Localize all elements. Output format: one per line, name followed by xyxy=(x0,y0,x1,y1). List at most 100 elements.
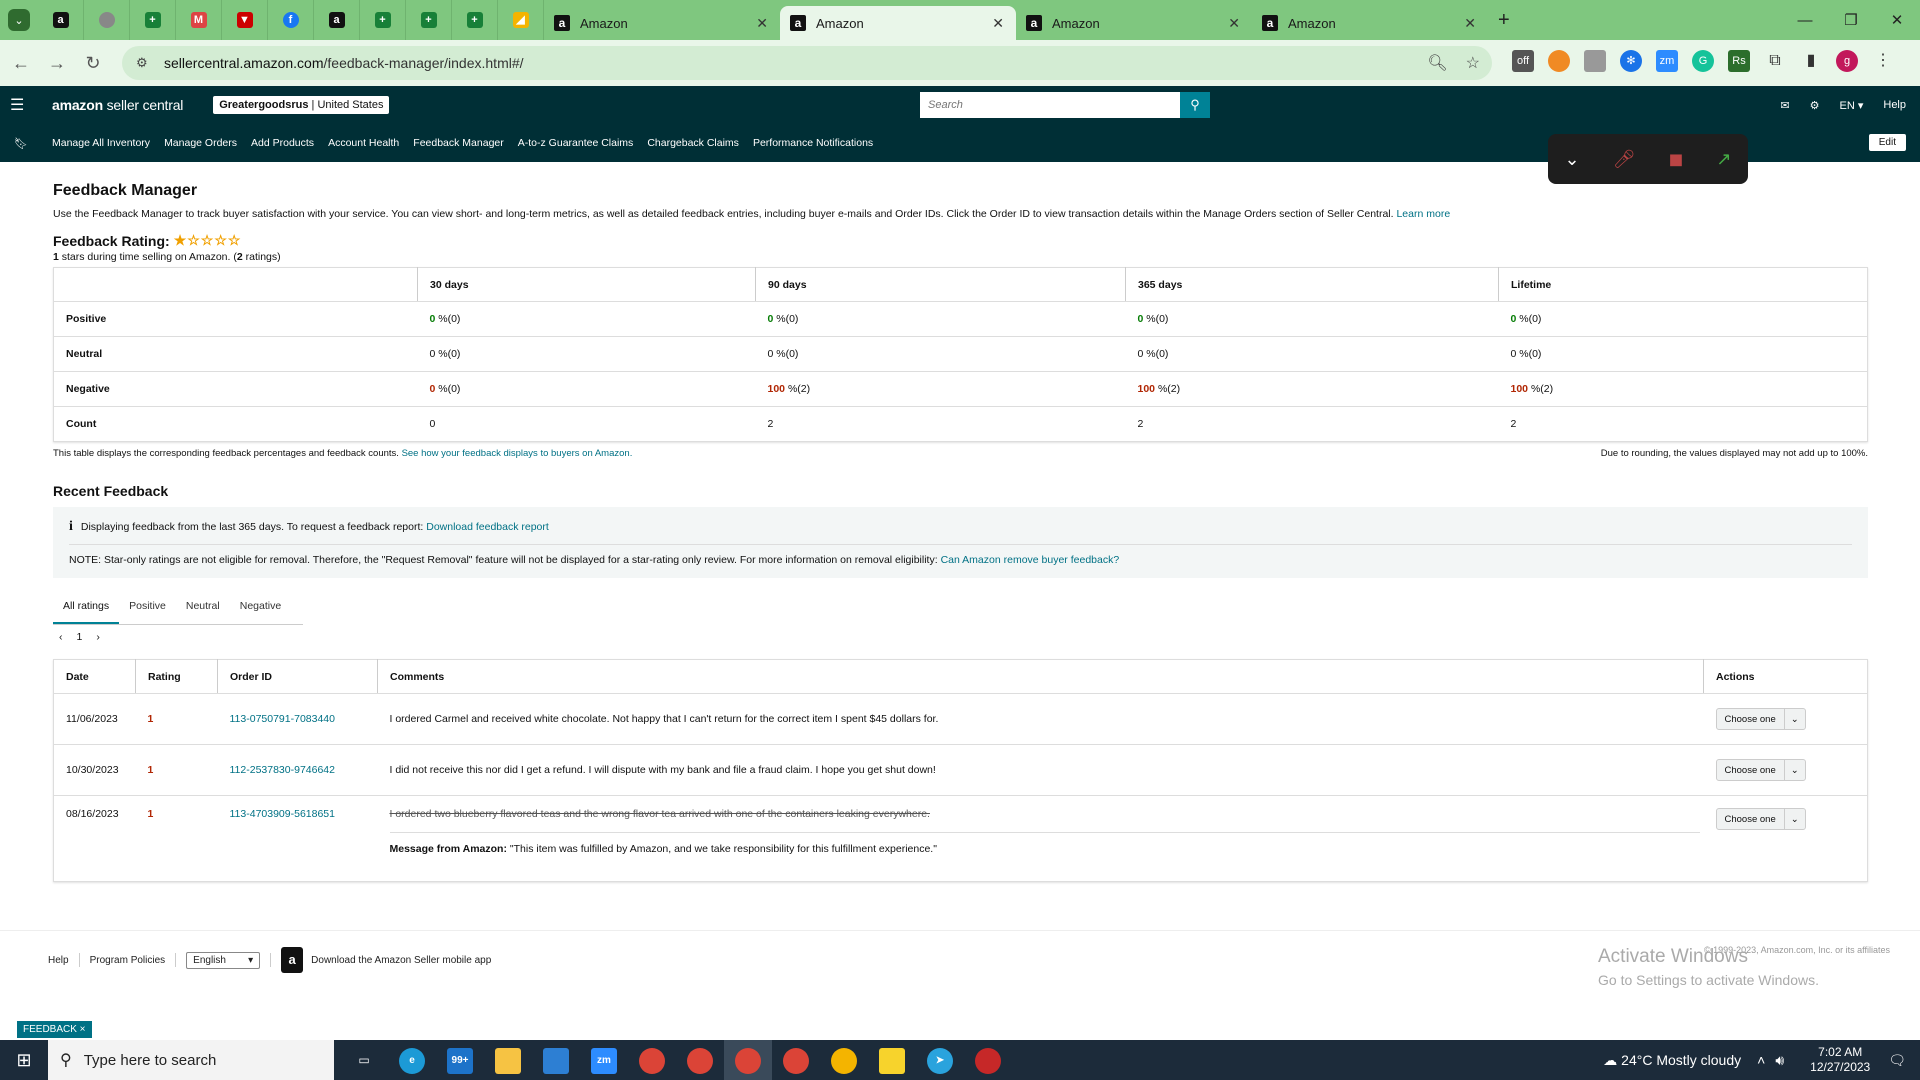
chrome-icon[interactable] xyxy=(820,1040,868,1080)
hamburger-menu-icon[interactable]: ☰ xyxy=(10,95,28,115)
removal-eligibility-link[interactable]: Can Amazon remove buyer feedback? xyxy=(941,554,1120,566)
taskbar-search[interactable]: ⚲ Type here to search xyxy=(48,1040,334,1080)
grammarly-icon[interactable]: G xyxy=(1692,50,1714,72)
pinned-tab[interactable]: + xyxy=(130,0,176,40)
address-bar[interactable]: ⚙ sellercentral.amazon.com/feedback-mana… xyxy=(122,46,1492,80)
nav-performance-notifications[interactable]: Performance Notifications xyxy=(753,137,873,149)
bookmark-icon[interactable]: 🔖︎ xyxy=(14,137,28,150)
clock[interactable]: 7:02 AM 12/27/2023 xyxy=(1810,1045,1870,1075)
order-id-link[interactable]: 113-4703909-5618651 xyxy=(230,808,336,820)
zoom-app-icon[interactable]: zm xyxy=(580,1040,628,1080)
pinned-tab[interactable]: f xyxy=(268,0,314,40)
seller-central-logo[interactable]: amazon seller central xyxy=(52,97,183,113)
sidepanel-icon[interactable]: ▮ xyxy=(1800,50,1822,72)
extension-tool-icon[interactable] xyxy=(1584,50,1606,72)
search-button[interactable]: ⚲ xyxy=(1180,92,1210,118)
chrome-icon[interactable] xyxy=(628,1040,676,1080)
display-feedback-link[interactable]: See how your feedback displays to buyers… xyxy=(402,448,633,459)
tab-positive[interactable]: Positive xyxy=(119,600,176,624)
settings-gear-icon[interactable]: ⚙ xyxy=(1810,99,1820,112)
pinned-tab[interactable]: a xyxy=(38,0,84,40)
telegram-icon[interactable]: ➤ xyxy=(916,1040,964,1080)
nav-manage-inventory[interactable]: Manage All Inventory xyxy=(52,137,150,149)
browser-tab[interactable]: a Amazon ✕ xyxy=(1252,6,1488,40)
chrome-icon[interactable] xyxy=(772,1040,820,1080)
search-input[interactable] xyxy=(920,92,1180,118)
tab-neutral[interactable]: Neutral xyxy=(176,600,230,624)
edit-nav-button[interactable]: Edit xyxy=(1868,134,1906,151)
tab-all-ratings[interactable]: All ratings xyxy=(53,600,120,624)
extension-rs-icon[interactable]: Rs xyxy=(1728,50,1750,72)
action-dropdown[interactable]: Choose one ⌄ xyxy=(1715,708,1806,730)
nav-add-products[interactable]: Add Products xyxy=(251,137,314,149)
pinned-tab[interactable]: M xyxy=(176,0,222,40)
edge-icon[interactable]: e xyxy=(388,1040,436,1080)
language-selector[interactable]: EN ▾ xyxy=(1840,99,1864,112)
tab-search-icon[interactable]: ⌄ xyxy=(8,9,30,31)
windows-start-icon[interactable]: ⊞ xyxy=(0,1050,48,1071)
extensions-puzzle-icon[interactable]: ⧉ xyxy=(1764,50,1786,72)
profile-avatar[interactable]: g xyxy=(1836,50,1858,72)
nav-manage-orders[interactable]: Manage Orders xyxy=(164,137,237,149)
order-id-link[interactable]: 113-0750791-7083440 xyxy=(230,713,336,725)
feedback-tab-button[interactable]: FEEDBACK × xyxy=(17,1021,92,1038)
new-tab-icon[interactable]: + xyxy=(1498,9,1510,32)
chrome-icon[interactable] xyxy=(724,1040,772,1080)
reload-icon[interactable]: ↻ xyxy=(78,53,108,74)
sticky-notes-icon[interactable] xyxy=(868,1040,916,1080)
notifications-icon[interactable]: 🗨︎ xyxy=(1888,1052,1906,1069)
extension-blue-icon[interactable]: ✻ xyxy=(1620,50,1642,72)
pinned-tab[interactable]: ▼ xyxy=(222,0,268,40)
volume-icon[interactable]: 🔊︎ xyxy=(1775,1052,1784,1069)
page-number[interactable]: 1 xyxy=(77,631,83,643)
browser-menu-icon[interactable]: ⋮ xyxy=(1872,50,1894,72)
browser-tab-active[interactable]: a Amazon ✕ xyxy=(780,6,1016,40)
close-window-icon[interactable]: ✕ xyxy=(1874,0,1920,40)
action-dropdown[interactable]: Choose one ⌄ xyxy=(1715,808,1806,830)
action-dropdown[interactable]: Choose one ⌄ xyxy=(1715,759,1806,781)
forward-icon[interactable]: → xyxy=(42,53,72,74)
store-selector[interactable]: Greatergoodsrus | United States xyxy=(213,96,390,114)
app-red-icon[interactable] xyxy=(964,1040,1012,1080)
restore-icon[interactable]: ❐ xyxy=(1828,0,1874,40)
next-page-icon[interactable]: › xyxy=(96,631,100,643)
task-view-icon[interactable]: ▭ xyxy=(340,1040,388,1080)
nav-account-health[interactable]: Account Health xyxy=(328,137,399,149)
download-app-link[interactable]: Download the Amazon Seller mobile app xyxy=(311,955,491,966)
store-icon[interactable] xyxy=(532,1040,580,1080)
pinned-tab[interactable]: + xyxy=(452,0,498,40)
program-policies-link[interactable]: Program Policies xyxy=(90,955,166,966)
pinned-tab[interactable] xyxy=(84,0,130,40)
pinned-tab[interactable]: + xyxy=(360,0,406,40)
mail-icon[interactable]: ✉ xyxy=(1780,99,1789,112)
language-select[interactable]: English ▾ xyxy=(186,951,261,969)
download-report-link[interactable]: Download feedback report xyxy=(426,521,549,533)
chrome-icon[interactable] xyxy=(676,1040,724,1080)
minimize-icon[interactable]: — xyxy=(1782,0,1828,40)
seller-app-icon[interactable]: a xyxy=(281,947,304,973)
close-icon[interactable]: ✕ xyxy=(756,15,768,32)
tray-chevron-icon[interactable]: ˄ xyxy=(1757,1052,1765,1068)
file-explorer-icon[interactable] xyxy=(484,1040,532,1080)
zoom-icon[interactable]: 🔍︎ xyxy=(1427,53,1447,73)
bookmark-star-icon[interactable]: ☆ xyxy=(1466,53,1480,73)
close-icon[interactable]: ✕ xyxy=(1464,15,1476,32)
pinned-tab[interactable]: + xyxy=(406,0,452,40)
extension-off-icon[interactable]: off xyxy=(1512,50,1534,72)
prev-page-icon[interactable]: ‹ xyxy=(59,631,63,643)
nav-feedback-manager[interactable]: Feedback Manager xyxy=(413,137,503,149)
tab-negative[interactable]: Negative xyxy=(230,600,291,624)
extension-orange-icon[interactable] xyxy=(1548,50,1570,72)
nav-chargeback-claims[interactable]: Chargeback Claims xyxy=(647,137,739,149)
browser-tab[interactable]: a Amazon ✕ xyxy=(544,6,780,40)
nav-a-to-z-claims[interactable]: A-to-z Guarantee Claims xyxy=(518,137,634,149)
site-info-icon[interactable]: ⚙ xyxy=(136,55,152,71)
weather-widget[interactable]: ☁ 24°C Mostly cloudy xyxy=(1603,1052,1741,1069)
pinned-tab[interactable]: a xyxy=(314,0,360,40)
help-link[interactable]: Help xyxy=(1883,99,1906,111)
browser-tab[interactable]: a Amazon ✕ xyxy=(1016,6,1252,40)
extension-zoom-icon[interactable]: zm xyxy=(1656,50,1678,72)
footer-help-link[interactable]: Help xyxy=(48,955,69,966)
close-icon[interactable]: ✕ xyxy=(1228,15,1240,32)
order-id-link[interactable]: 112-2537830-9746642 xyxy=(230,764,336,776)
